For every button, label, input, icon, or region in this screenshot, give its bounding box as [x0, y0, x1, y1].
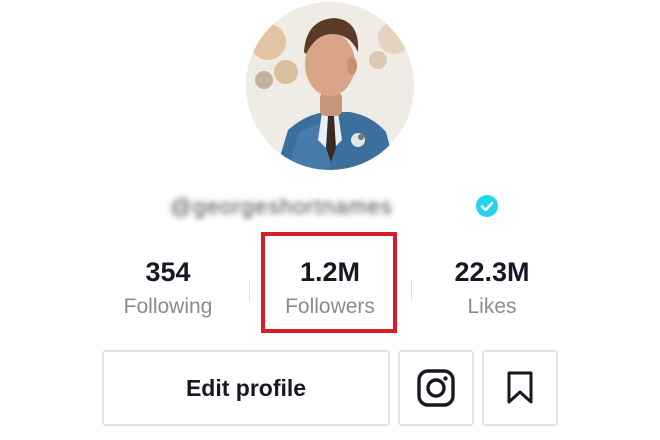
verified-badge-icon — [476, 195, 498, 217]
followers-label: Followers — [285, 295, 375, 318]
following-label: Following — [123, 295, 213, 318]
profile-avatar[interactable] — [246, 2, 414, 170]
instagram-icon — [417, 369, 455, 407]
stat-followers[interactable]: 1.2M Followers — [250, 236, 410, 336]
stat-following[interactable]: 354 Following — [88, 236, 248, 336]
avatar-photo — [246, 2, 414, 170]
stat-likes[interactable]: 22.3M Likes — [412, 236, 572, 336]
username: @georgeshortnames — [170, 194, 393, 219]
bookmark-icon — [507, 371, 533, 404]
username-row: @georgeshortnames — [0, 192, 660, 222]
bookmark-button[interactable] — [482, 350, 558, 426]
followers-count: 1.2M — [299, 257, 361, 287]
profile-stats: 354 Following 1.2M Followers 22.3M Likes — [0, 236, 660, 340]
instagram-button[interactable] — [398, 350, 474, 426]
edit-profile-button[interactable]: Edit profile — [102, 350, 390, 426]
likes-count: 22.3M — [454, 257, 530, 287]
likes-label: Likes — [467, 295, 517, 318]
following-count: 354 — [145, 257, 191, 287]
